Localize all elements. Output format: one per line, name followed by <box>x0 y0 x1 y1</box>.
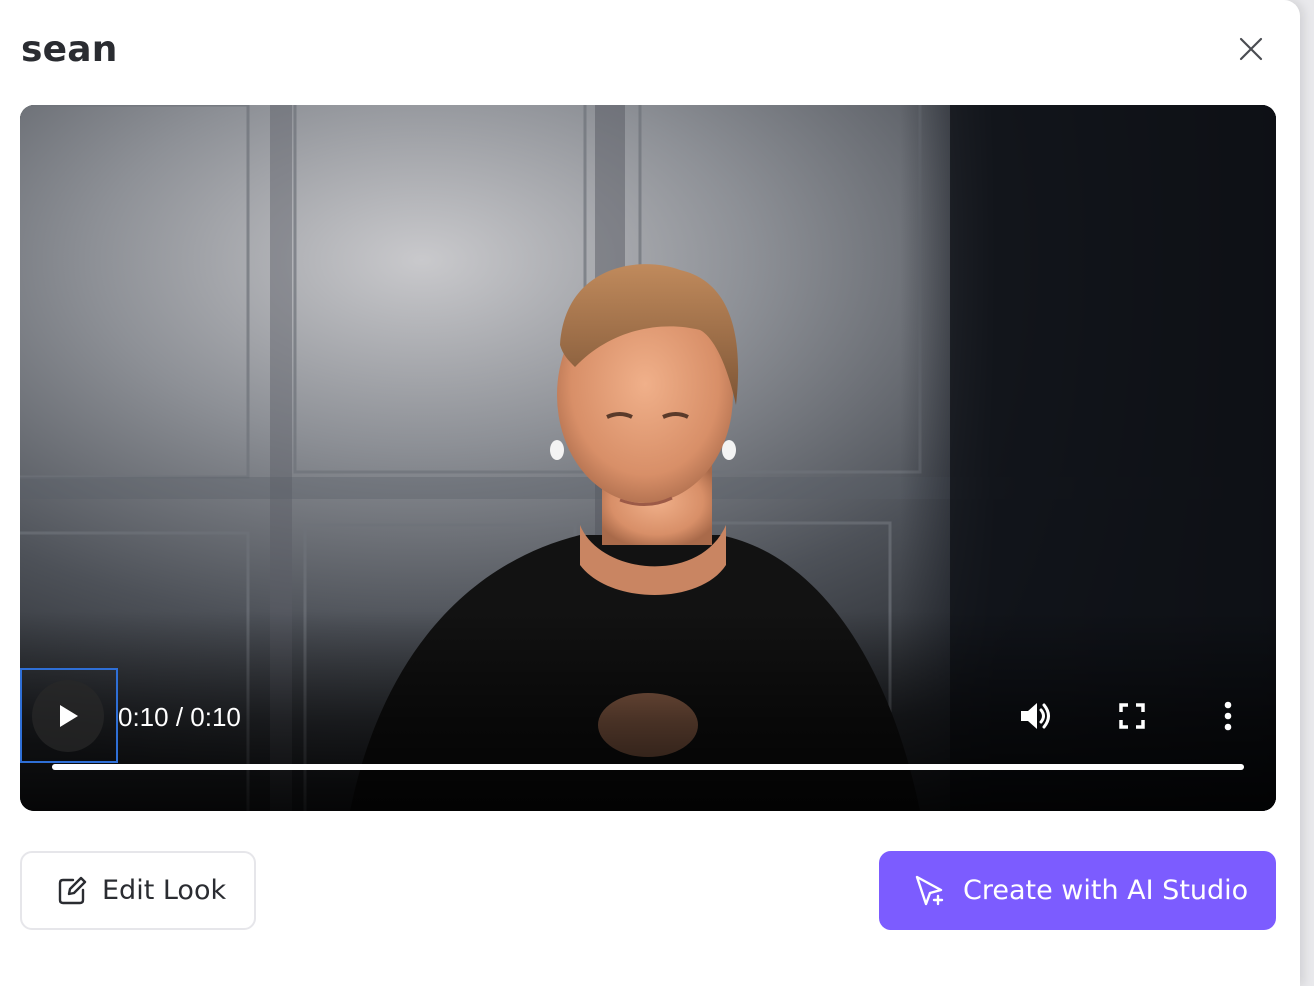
edit-icon <box>58 876 87 904</box>
more-options-button[interactable] <box>1204 692 1252 740</box>
fullscreen-icon <box>1119 703 1145 729</box>
progress-bar-fill <box>52 764 1244 770</box>
dialog-title: sean <box>21 29 118 70</box>
time-display: 0:10 / 0:10 <box>118 702 241 732</box>
more-vertical-icon <box>1224 701 1232 731</box>
look-preview-dialog: sean 0:10 / 0:10 Edit Look Create with A… <box>0 0 1300 986</box>
close-icon <box>1239 37 1263 61</box>
play-icon <box>60 705 78 727</box>
edit-look-button[interactable]: Edit Look <box>20 851 256 930</box>
create-ai-studio-label: Create with AI Studio <box>963 875 1249 906</box>
cursor-plus-icon <box>915 875 944 905</box>
video-player[interactable]: 0:10 / 0:10 <box>20 105 1276 811</box>
close-button[interactable] <box>1228 26 1274 72</box>
play-button[interactable] <box>32 680 104 752</box>
fullscreen-button[interactable] <box>1108 692 1156 740</box>
volume-icon <box>1021 703 1050 729</box>
create-ai-studio-button[interactable]: Create with AI Studio <box>879 851 1276 930</box>
edit-look-label: Edit Look <box>102 875 227 906</box>
volume-button[interactable] <box>1012 692 1060 740</box>
progress-bar[interactable] <box>52 764 1244 770</box>
